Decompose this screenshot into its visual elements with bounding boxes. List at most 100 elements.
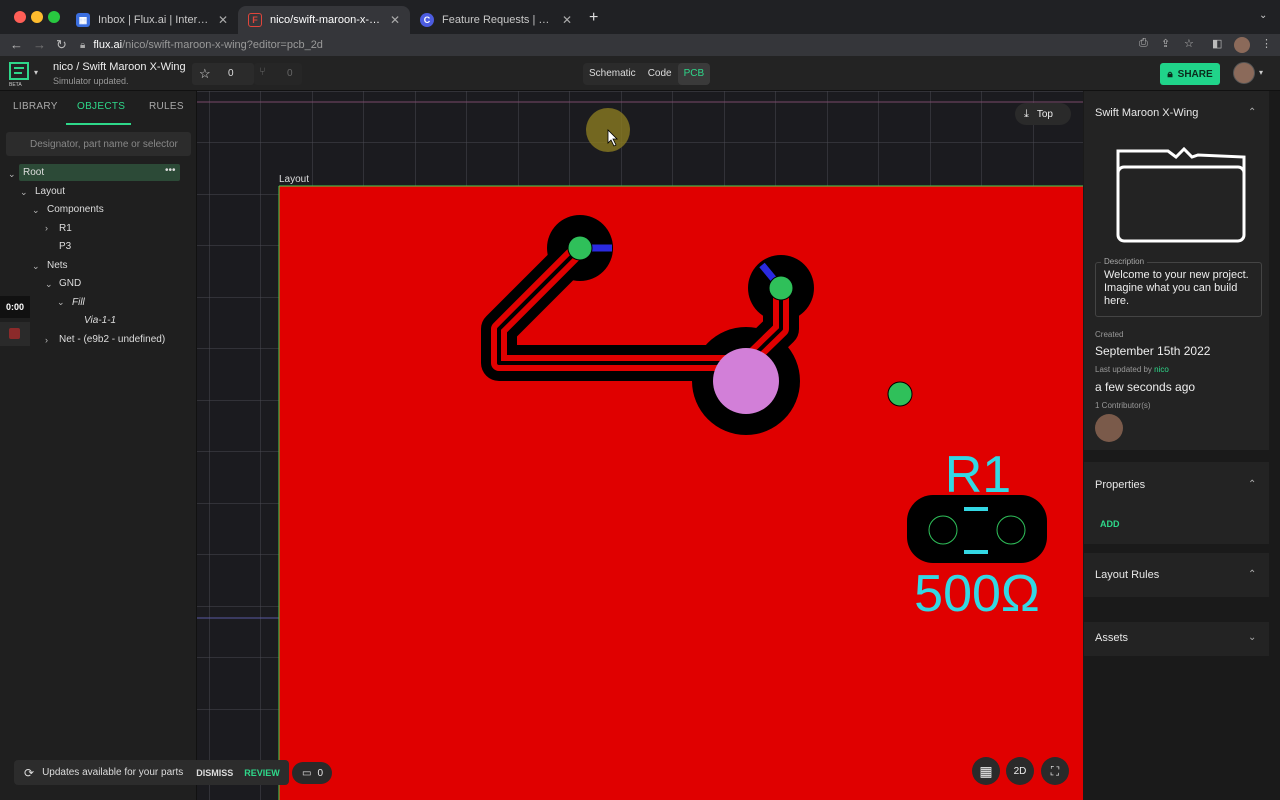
project-title: Swift Maroon X-Wing [1095, 107, 1199, 119]
assets-card: Assets ⌄ [1084, 622, 1269, 656]
tree-item-gnd[interactable]: GND [59, 274, 81, 292]
layout-label: Layout [279, 174, 310, 185]
view-side-button[interactable]: ⤓ Top [1015, 103, 1071, 125]
browser-tab-intercom[interactable]: ▦ Inbox | Flux.ai | Intercom ✕ [66, 6, 238, 34]
updated-time: a few seconds ago [1095, 380, 1196, 394]
intercom-icon: ▦ [76, 13, 90, 27]
download-icon: ⤓ [1024, 107, 1029, 120]
tree-item-via[interactable]: Via-1-1 [84, 311, 116, 329]
simulator-status: Simulator updated. [53, 76, 129, 86]
share-button[interactable]: 🔒︎ SHARE [1160, 63, 1220, 85]
via[interactable] [713, 348, 779, 414]
tree-item-p3[interactable]: P3 [59, 237, 71, 255]
assets-title[interactable]: Assets [1095, 632, 1128, 644]
dismiss-button[interactable]: DISMISS [196, 768, 233, 778]
star-count: 0 [228, 68, 234, 79]
tree-item-fill[interactable]: Fill [72, 293, 85, 311]
sidebar-icon[interactable]: ◧ [1212, 37, 1222, 50]
grid-toggle-button[interactable]: ▦ [972, 757, 1000, 785]
tab-library[interactable]: LIBRARY [13, 101, 58, 112]
properties-card: Properties ⌃ ADD [1084, 462, 1269, 544]
close-window-button[interactable] [14, 11, 26, 23]
project-breadcrumb[interactable]: nico / Swift Maroon X-Wing [53, 61, 186, 73]
mode-code[interactable]: Code [642, 63, 678, 85]
url-field[interactable]: 🔒︎ flux.ai /nico/swift-maroon-x-wing?edi… [80, 36, 1130, 54]
chevron-down-icon[interactable]: ⌄ [20, 187, 28, 198]
more-options-icon[interactable]: ••• [165, 165, 176, 176]
object-search-input[interactable] [6, 132, 191, 156]
pad[interactable] [768, 275, 794, 301]
layout-rules-title[interactable]: Layout Rules [1095, 569, 1159, 581]
pad[interactable] [887, 381, 913, 407]
tab-rules[interactable]: RULES [149, 101, 184, 112]
review-button[interactable]: REVIEW [244, 768, 280, 778]
project-info-panel: Swift Maroon X-Wing ⌃ Description Welcom… [1083, 91, 1280, 800]
install-icon[interactable]: ⎙ [1139, 37, 1148, 50]
comments-button[interactable]: ▭ 0 [292, 762, 332, 784]
profile-avatar[interactable] [1234, 37, 1250, 53]
forward-icon[interactable]: → [33, 37, 46, 52]
fullscreen-button[interactable]: ⛶ [1041, 757, 1069, 785]
maximize-window-button[interactable] [48, 11, 60, 23]
add-property-button[interactable]: ADD [1100, 519, 1120, 529]
tree-item-root[interactable]: Root [23, 163, 44, 181]
toast-message: Updates available for your parts [42, 767, 184, 778]
logo-menu-chevron-icon[interactable]: ▾ [34, 68, 38, 77]
contributor-avatar[interactable] [1095, 414, 1123, 442]
fork-button[interactable]: ⑂ 0 [254, 63, 302, 85]
expand-chevron-icon[interactable]: ⌄ [1248, 632, 1256, 643]
pcb-drawing[interactable]: R1 500Ω [197, 91, 1083, 800]
tree-item-nets[interactable]: Nets [47, 256, 68, 274]
user-menu-chevron-icon[interactable]: ▾ [1259, 68, 1263, 77]
browser-tab-feature-requests[interactable]: C Feature Requests | Flux ✕ [410, 6, 582, 34]
view-2d-button[interactable]: 2D [1006, 757, 1034, 785]
pad[interactable] [567, 235, 593, 261]
objects-panel: LIBRARY OBJECTS RULES ⌕ ⌄ Root ••• ⌄ Lay… [0, 91, 197, 800]
address-bar: ← → ↻ 🔒︎ flux.ai /nico/swift-maroon-x-wi… [0, 34, 1280, 56]
reload-icon[interactable]: ↻ [56, 37, 67, 53]
close-tab-icon[interactable]: ✕ [218, 13, 228, 27]
collapse-chevron-icon[interactable]: ⌃ [1248, 479, 1256, 490]
comment-icon: ▭ [302, 767, 312, 779]
updated-by-link[interactable]: nico [1154, 365, 1169, 374]
star-button[interactable]: ☆ 0 [192, 63, 254, 85]
tab-objects[interactable]: OBJECTS [77, 101, 125, 112]
pcb-canvas[interactable]: R1 500Ω Layout ⤓ Top [197, 91, 1083, 800]
mode-pcb[interactable]: PCB [677, 63, 711, 85]
project-card: Swift Maroon X-Wing ⌃ Description Welcom… [1084, 91, 1269, 450]
chevron-down-icon[interactable]: ⌄ [57, 297, 65, 308]
description-text[interactable]: Welcome to your new project. Imagine wha… [1104, 269, 1259, 308]
tree-item-r1[interactable]: R1 [59, 219, 72, 237]
project-folder-icon [1116, 146, 1246, 243]
tab-list-icon[interactable]: ⌄ [1259, 10, 1267, 21]
mode-schematic[interactable]: Schematic [583, 63, 642, 85]
chevron-right-icon[interactable]: › [45, 335, 48, 345]
created-date: September 15th 2022 [1095, 344, 1211, 358]
close-tab-icon[interactable]: ✕ [390, 13, 400, 27]
chevron-down-icon[interactable]: ⌄ [32, 205, 40, 216]
editor-mode-switch: Schematic Code PCB [583, 63, 711, 85]
collapse-chevron-icon[interactable]: ⌃ [1248, 569, 1256, 580]
layout-rules-card: Layout Rules ⌃ [1084, 553, 1269, 597]
browser-tab-flux[interactable]: F nico/swift-maroon-x-wing: Wel ✕ [238, 6, 410, 34]
chevron-right-icon[interactable]: › [45, 223, 48, 233]
chevron-down-icon[interactable]: ⌄ [8, 169, 16, 180]
new-tab-button[interactable]: + [589, 9, 598, 27]
user-avatar[interactable] [1233, 62, 1255, 84]
chevron-down-icon[interactable]: ⌄ [45, 279, 53, 290]
tree-item-components[interactable]: Components [47, 200, 104, 218]
tree-item-layout[interactable]: Layout [35, 182, 65, 200]
collapse-chevron-icon[interactable]: ⌃ [1248, 107, 1256, 118]
share-page-icon[interactable]: ⇪ [1161, 37, 1170, 50]
properties-title[interactable]: Properties [1095, 479, 1145, 491]
comment-count: 0 [317, 767, 324, 779]
chevron-down-icon[interactable]: ⌄ [32, 261, 40, 272]
stop-recording-button[interactable] [0, 322, 30, 346]
r1-designator-label: R1 [945, 446, 1011, 504]
minimize-window-button[interactable] [31, 11, 43, 23]
tree-item-net-undefined[interactable]: Net - (e9b2 - undefined) [59, 330, 165, 348]
bookmark-icon[interactable]: ☆ [1184, 37, 1194, 50]
back-icon[interactable]: ← [10, 37, 23, 52]
close-tab-icon[interactable]: ✕ [562, 13, 572, 27]
browser-menu-icon[interactable]: ⋮ [1261, 37, 1272, 50]
